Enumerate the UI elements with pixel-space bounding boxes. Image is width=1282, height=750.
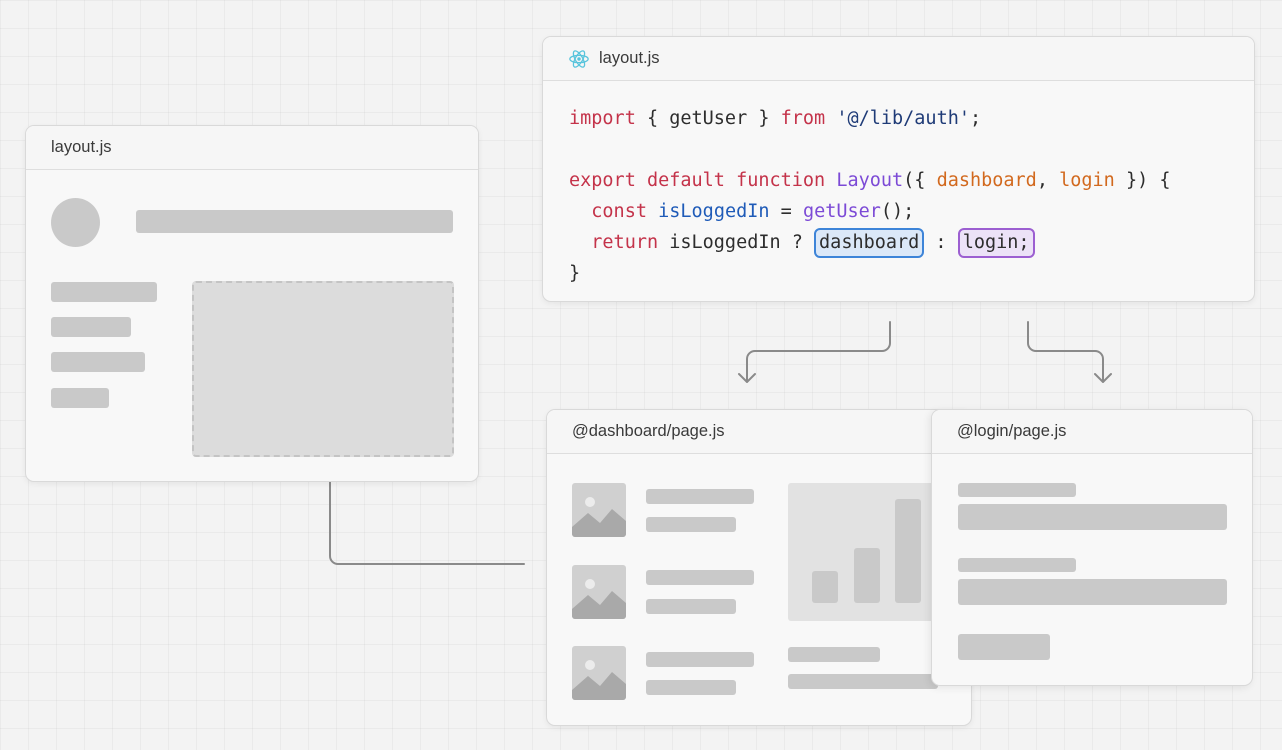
code-token: { getUser } <box>635 108 781 129</box>
field-label-bar <box>958 558 1076 572</box>
nav-item <box>51 388 109 408</box>
code-token: return <box>591 232 659 253</box>
code-token: dashboard <box>936 170 1037 191</box>
avatar <box>51 198 100 247</box>
text-bar <box>788 647 880 662</box>
dashboard-arrow <box>746 321 891 382</box>
submit-button-bar <box>958 634 1050 660</box>
card-title: @dashboard/page.js <box>572 422 725 440</box>
chart-bar <box>812 571 838 603</box>
code-token: '@/lib/auth' <box>836 108 970 129</box>
code-token: Layout <box>836 170 904 191</box>
input-field-bar <box>958 579 1227 605</box>
chart-placeholder <box>788 483 938 621</box>
card-title: @login/page.js <box>957 422 1067 440</box>
nav-item <box>51 317 131 337</box>
layout-preview-card: layout.js <box>25 125 479 482</box>
image-placeholder-icon <box>572 565 626 619</box>
code-token: }) { <box>1114 170 1171 191</box>
code-token: function <box>736 170 826 191</box>
card-header: @login/page.js <box>932 410 1252 454</box>
react-icon <box>569 49 589 68</box>
code-token: default <box>646 170 725 191</box>
code-token: isLoggedIn ? <box>658 232 815 253</box>
nav-item <box>51 282 157 302</box>
code-token: from <box>780 108 826 129</box>
code-token: import <box>569 108 636 129</box>
code-line: return isLoggedIn ? dashboard : login; <box>569 227 1171 258</box>
text-bar <box>646 680 736 695</box>
login-card: @login/page.js <box>931 409 1253 686</box>
login-arrow <box>1027 321 1104 382</box>
header-bar <box>136 210 453 233</box>
input-field-bar <box>958 504 1227 530</box>
code-token: isLoggedIn <box>658 201 770 222</box>
code-token: , <box>1036 170 1060 191</box>
login-slot-highlight: login; <box>957 228 1035 258</box>
card-title: layout.js <box>51 138 112 156</box>
code-line: import { getUser } from '@/lib/auth'; <box>569 103 1171 134</box>
card-header: layout.js <box>543 37 1254 81</box>
code-token: const <box>591 201 647 222</box>
code-token: (); <box>880 201 915 222</box>
chart-bar <box>854 548 880 603</box>
image-placeholder-icon <box>572 483 626 537</box>
dashboard-card: @dashboard/page.js <box>546 409 972 726</box>
field-label-bar <box>958 483 1076 497</box>
code-token: export <box>569 170 636 191</box>
code-token: : <box>924 232 958 253</box>
code-line: const isLoggedIn = getUser(); <box>569 196 1171 227</box>
chart-bar <box>895 499 921 603</box>
code-block: import { getUser } from '@/lib/auth'; ex… <box>569 103 1171 289</box>
nav-item <box>51 352 145 372</box>
text-bar <box>788 674 938 689</box>
code-line: export default function Layout({ dashboa… <box>569 165 1171 196</box>
text-bar <box>646 652 754 667</box>
card-header: layout.js <box>26 126 478 170</box>
text-bar <box>646 599 736 614</box>
card-header: @dashboard/page.js <box>547 410 971 454</box>
card-title: layout.js <box>599 49 660 67</box>
text-bar <box>646 570 754 585</box>
code-token: = <box>769 201 803 222</box>
text-bar <box>646 517 736 532</box>
code-token: getUser <box>802 201 881 222</box>
code-token: ({ <box>903 170 937 191</box>
code-token: } <box>569 263 581 284</box>
text-bar <box>646 489 754 504</box>
code-line: } <box>569 258 1171 289</box>
image-placeholder-icon <box>572 646 626 700</box>
slot-placeholder <box>192 281 454 457</box>
dashboard-slot-highlight: dashboard <box>814 228 925 258</box>
code-card: layout.js import { getUser } from '@/lib… <box>542 36 1255 302</box>
code-token: ; <box>969 108 982 129</box>
code-token: login <box>1059 170 1115 191</box>
